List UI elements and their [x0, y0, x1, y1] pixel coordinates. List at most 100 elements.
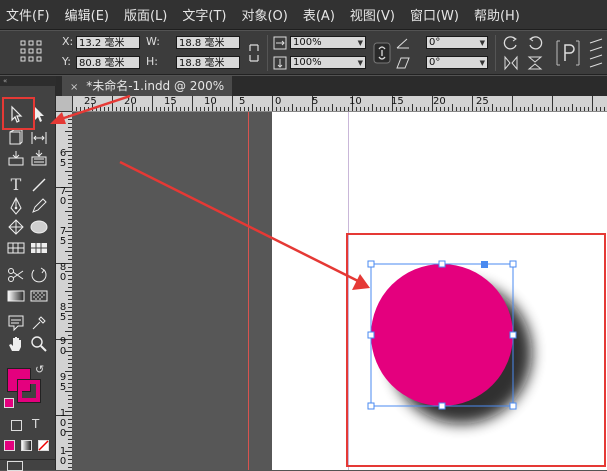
stroke-style-icon[interactable]	[588, 37, 604, 69]
page-tool-icon[interactable]	[6, 128, 26, 148]
note-tool-icon[interactable]	[6, 313, 26, 333]
reference-point-icon[interactable]	[20, 40, 42, 62]
horizontal-ruler[interactable]: 25 20 15 10 5 0 5 10 15 20 25	[72, 96, 607, 112]
menu-type[interactable]: 文字(T)	[182, 5, 226, 24]
scale-x-dropdown[interactable]: 100% ▼	[290, 36, 366, 49]
apply-none-icon[interactable]	[38, 440, 49, 451]
type-tool-icon[interactable]: T	[6, 175, 26, 195]
x-field[interactable]: 13.2 毫米	[76, 36, 140, 49]
content-collector-icon[interactable]	[6, 148, 26, 168]
v-ruler-label: 0	[59, 346, 67, 357]
selection-handle-bc[interactable]	[438, 402, 446, 410]
constrain-proportions-icon[interactable]	[246, 43, 262, 63]
eyedropper-tool-icon[interactable]	[29, 313, 49, 333]
scale-x-icon	[273, 36, 287, 50]
menu-edit[interactable]: 编辑(E)	[65, 5, 109, 24]
circle-object-layer	[367, 260, 532, 424]
link-scale-icon[interactable]	[373, 42, 391, 64]
rotate-angle-icon	[396, 38, 409, 49]
paragraph-style-icon[interactable]	[555, 39, 581, 67]
menu-file[interactable]: 文件(F)	[6, 5, 50, 24]
y-field[interactable]: 80.8 毫米	[76, 56, 140, 69]
vertical-ruler[interactable]: 6 5 7 0 7 5 8 0 8 5 9 0 9 5 1 0 0 1 0	[56, 111, 73, 470]
h-ruler-label: 20	[433, 96, 446, 107]
selection-handle-tl[interactable]	[367, 260, 375, 268]
swap-fill-stroke-icon[interactable]: ↺	[35, 363, 44, 376]
rectangle-frame-tool-icon[interactable]	[6, 217, 26, 237]
menu-window[interactable]: 窗口(W)	[410, 5, 459, 24]
selection-handle-ml[interactable]	[367, 331, 375, 339]
magenta-circle[interactable]	[371, 264, 513, 406]
h-field[interactable]: 18.8 毫米	[176, 56, 240, 69]
scale-y-value: 100%	[293, 57, 322, 68]
stroke-swatch[interactable]	[17, 379, 41, 403]
bleed-guide	[248, 112, 249, 470]
flip-horizontal-icon[interactable]	[503, 55, 519, 71]
document-tab-bar: × *未命名-1.indd @ 200%	[56, 76, 607, 96]
h-ruler-label: 10	[204, 96, 217, 107]
menu-table[interactable]: 表(A)	[303, 5, 335, 24]
scissors-tool-icon[interactable]	[6, 265, 26, 285]
scale-y-icon	[273, 56, 287, 70]
menu-help[interactable]: 帮助(H)	[474, 5, 520, 24]
ellipse-tool-icon[interactable]	[29, 217, 49, 237]
h-ruler-label: 15	[164, 96, 177, 107]
menu-view[interactable]: 视图(V)	[350, 5, 395, 24]
default-fill-stroke-icon[interactable]	[4, 398, 14, 408]
panel-collapse-handle[interactable]: «	[0, 76, 56, 86]
apply-gradient-icon[interactable]	[21, 440, 32, 451]
menu-layout[interactable]: 版面(L)	[124, 5, 167, 24]
scale-y-dropdown[interactable]: 100% ▼	[290, 56, 366, 69]
selection-tool-icon[interactable]	[6, 104, 26, 124]
gap-tool-icon[interactable]	[29, 128, 49, 148]
format-text-icon[interactable]: T	[32, 417, 39, 431]
selection-handle-mr[interactable]	[509, 331, 517, 339]
zoom-tool-icon[interactable]	[29, 334, 49, 354]
flip-vertical-icon[interactable]	[527, 55, 543, 71]
v-ruler-label: 0	[59, 456, 67, 467]
content-grabber[interactable]	[481, 261, 488, 268]
line-tool-icon[interactable]	[29, 175, 49, 195]
h-ruler-label: 25	[84, 96, 97, 107]
chevron-down-icon: ▼	[357, 59, 363, 67]
format-container-icon[interactable]	[11, 420, 22, 431]
pen-tool-icon[interactable]	[6, 196, 26, 216]
document-tab[interactable]: × *未命名-1.indd @ 200%	[62, 76, 233, 98]
v-ruler-label: 5	[59, 158, 67, 169]
grid-tool-icon[interactable]	[29, 238, 49, 258]
rotate-ccw-icon[interactable]	[527, 35, 543, 51]
hand-tool-icon[interactable]	[6, 334, 26, 354]
rotate-angle-value: 0°	[429, 37, 441, 48]
y-label: Y:	[62, 55, 71, 68]
free-transform-tool-icon[interactable]	[29, 265, 49, 285]
v-ruler-label: 5	[59, 236, 67, 247]
selection-handle-br[interactable]	[509, 402, 517, 410]
selection-handle-tc[interactable]	[438, 260, 446, 268]
chevron-down-icon: ▼	[479, 59, 485, 67]
gradient-feather-tool-icon[interactable]	[29, 286, 49, 306]
h-ruler-ticks	[72, 96, 605, 111]
shear-angle-value: 0°	[429, 57, 441, 68]
tools-panel: « T ↺ T	[0, 76, 56, 471]
menu-object[interactable]: 对象(O)	[241, 5, 287, 24]
margin-guide	[348, 112, 349, 470]
direct-selection-tool-icon[interactable]	[29, 104, 49, 124]
rotate-angle-dropdown[interactable]: 0° ▼	[426, 36, 488, 49]
selection-handle-bl[interactable]	[367, 402, 375, 410]
apply-color-icon[interactable]	[4, 440, 15, 451]
content-placer-icon[interactable]	[29, 148, 49, 168]
h-label: H:	[146, 55, 158, 68]
selection-handle-tr[interactable]	[509, 260, 517, 268]
toolbox-section-divider	[0, 459, 56, 460]
close-icon[interactable]: ×	[70, 78, 78, 98]
h-ruler-label: 20	[124, 96, 137, 107]
pencil-tool-icon[interactable]	[29, 196, 49, 216]
table-tool-icon[interactable]	[6, 238, 26, 258]
gradient-swatch-tool-icon[interactable]	[6, 286, 26, 306]
h-ruler-label: 25	[476, 96, 489, 107]
rotate-cw-icon[interactable]	[503, 35, 519, 51]
shear-angle-dropdown[interactable]: 0° ▼	[426, 56, 488, 69]
h-ruler-label: 5	[312, 96, 319, 107]
w-field[interactable]: 18.8 毫米	[176, 36, 240, 49]
ruler-origin[interactable]	[56, 96, 72, 111]
